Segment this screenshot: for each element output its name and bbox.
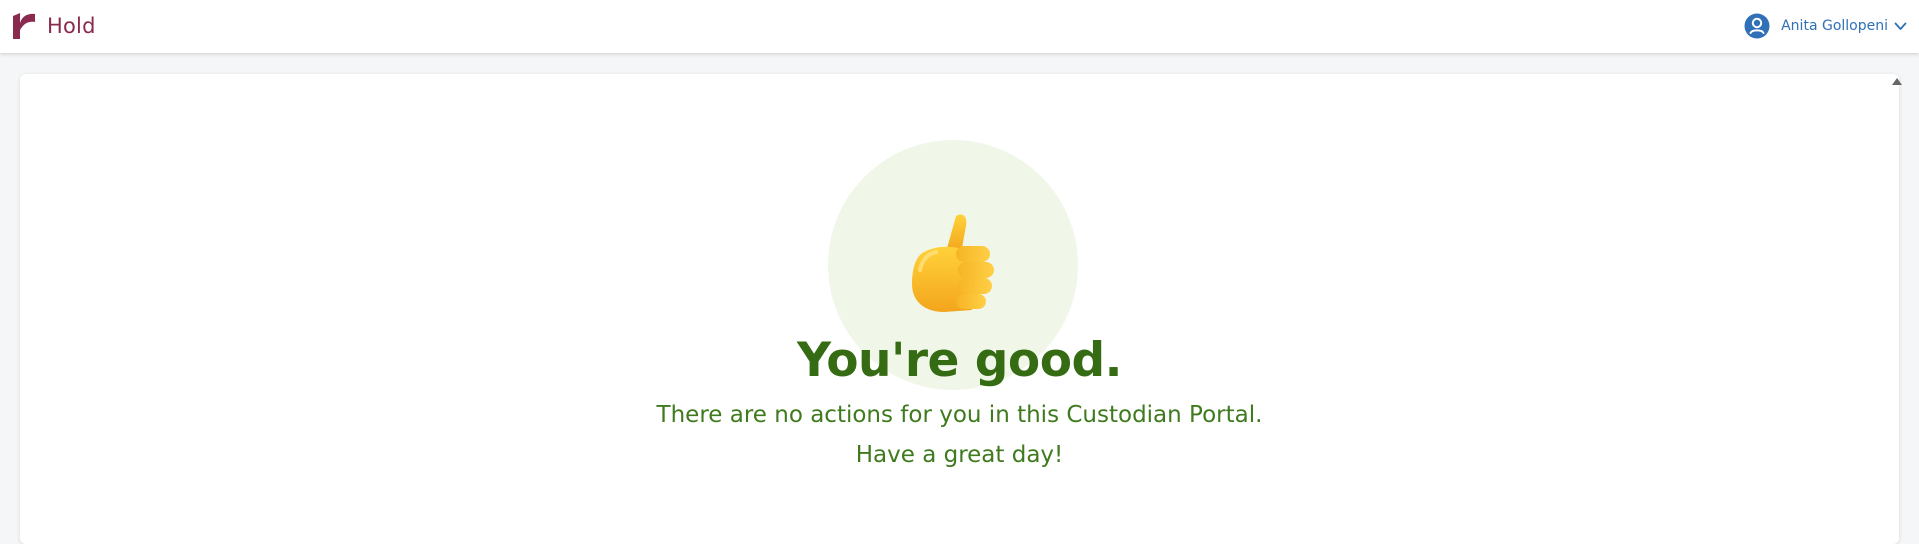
thumbs-up-icon: [912, 214, 994, 312]
user-name[interactable]: Anita Gollopeni: [1781, 18, 1888, 34]
scroll-up-arrow[interactable]: [1892, 78, 1902, 85]
farewell-message: Have a great day!: [855, 442, 1064, 468]
chevron-down-icon[interactable]: [1894, 22, 1907, 31]
brand[interactable]: Hold: [13, 12, 96, 40]
user-circle-icon: [1744, 13, 1770, 39]
page-title: You're good.: [797, 333, 1123, 388]
top-navigation-bar: Hold Anita Gollopeni: [0, 0, 1919, 53]
status-message: There are no actions for you in this Cus…: [656, 402, 1263, 428]
r-logo-icon: [13, 13, 35, 39]
user-menu[interactable]: Anita Gollopeni: [1744, 12, 1907, 40]
app-name: Hold: [47, 14, 96, 38]
